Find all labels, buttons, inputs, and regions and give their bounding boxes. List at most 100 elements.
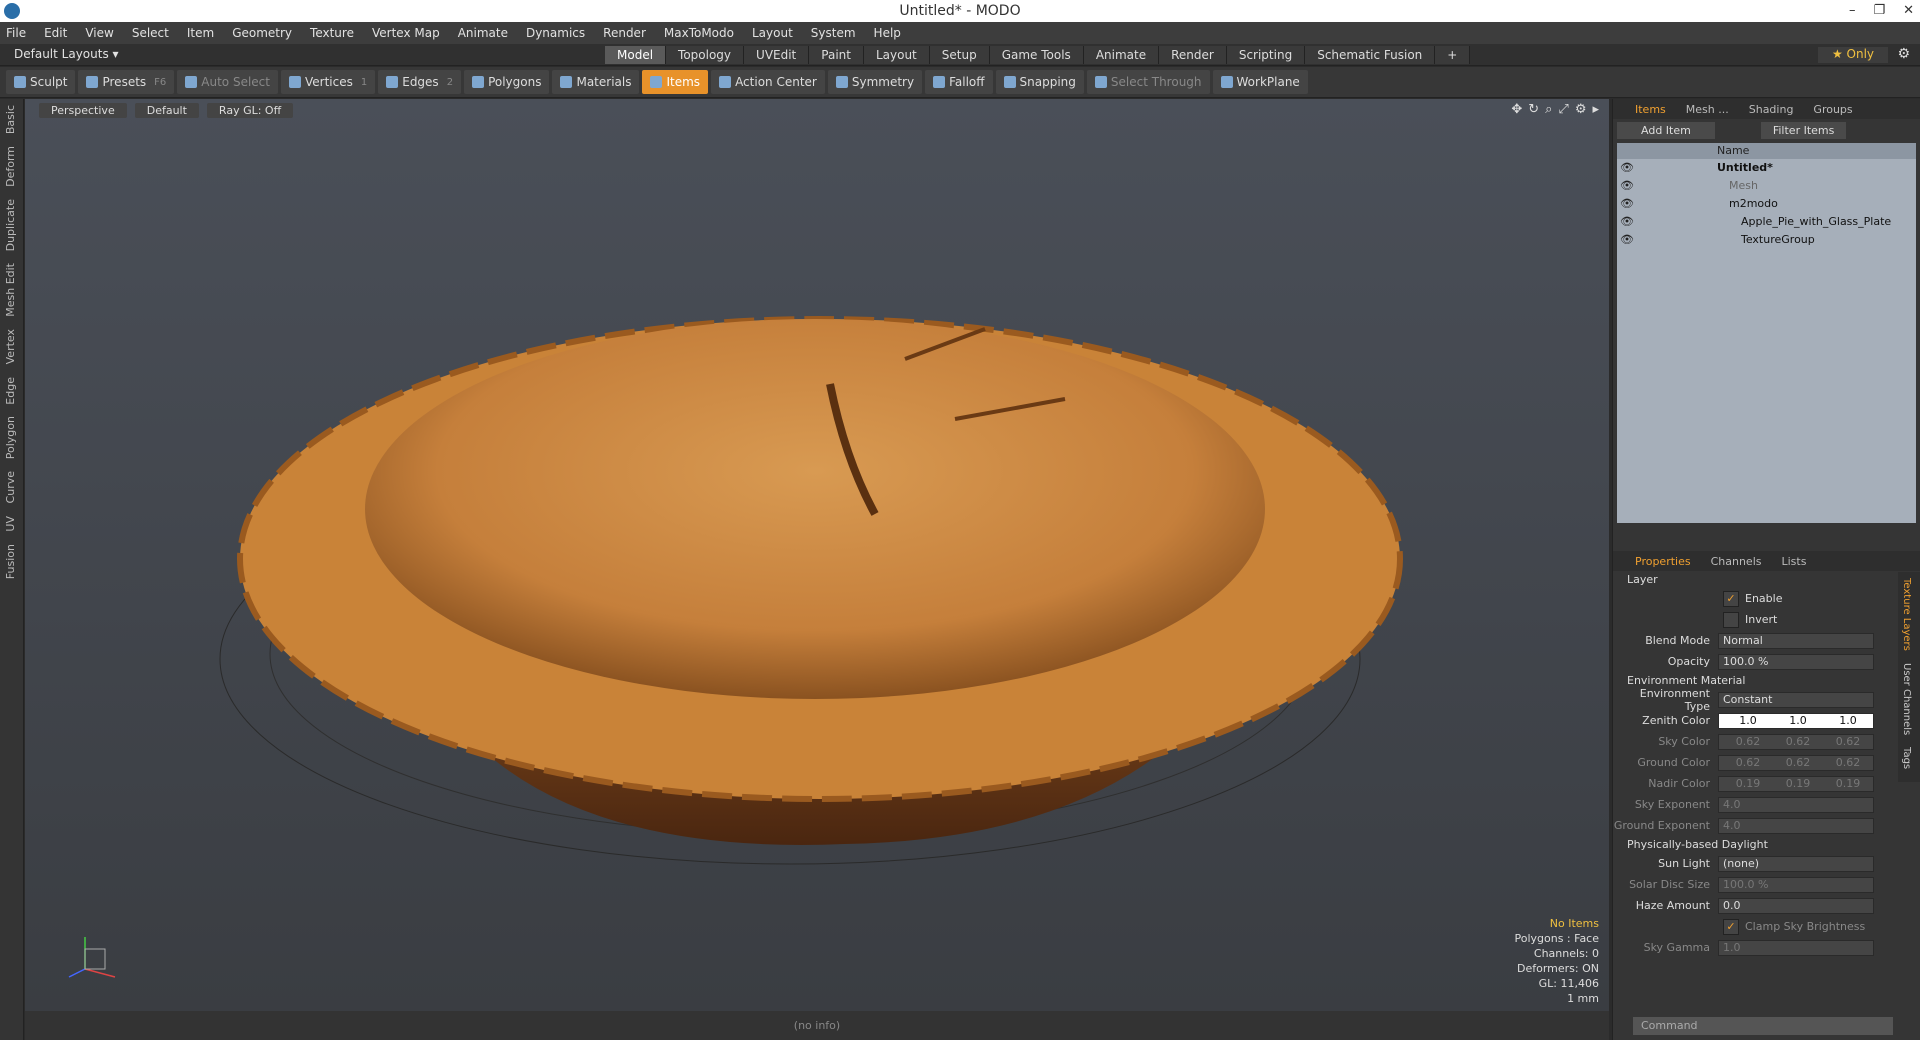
tab-channels[interactable]: Channels [1701, 555, 1772, 568]
eye-icon[interactable]: 👁 [1617, 159, 1637, 177]
action-center-button[interactable]: Action Center [711, 70, 825, 94]
tree-row[interactable]: 👁 Untitled* [1617, 159, 1916, 177]
3d-viewport[interactable]: Perspective Default Ray GL: Off ✥ ↻ ⌕ ⤢ ⚙ ▸ N… [25, 99, 1609, 1011]
tab-uvedit[interactable]: UVEdit [744, 46, 810, 64]
menu-file[interactable]: File [6, 26, 26, 40]
eye-icon[interactable]: 👁 [1617, 195, 1637, 213]
left-tab-edge[interactable]: Edge [0, 371, 21, 411]
filter-items-button[interactable]: Filter Items [1760, 121, 1847, 139]
menu-texture[interactable]: Texture [310, 26, 354, 40]
left-tab-basic[interactable]: Basic [0, 99, 21, 140]
tab-scripting[interactable]: Scripting [1226, 46, 1306, 64]
blend-mode-select[interactable]: Normal [1718, 632, 1874, 649]
tab-properties[interactable]: Properties [1625, 555, 1701, 568]
solar-disc-field[interactable]: 100.0 % [1718, 876, 1874, 893]
tab-texture-layers[interactable]: Texture Layers [1898, 572, 1915, 657]
tab-tags[interactable]: Tags [1898, 741, 1915, 775]
tree-row[interactable]: 👁 Apple_Pie_with_Glass_Plate [1617, 213, 1916, 231]
tree-row[interactable]: 👁 TextureGroup [1617, 231, 1916, 249]
left-tab-curve[interactable]: Curve [0, 465, 21, 509]
menu-edit[interactable]: Edit [44, 26, 67, 40]
tab-animate[interactable]: Animate [1083, 46, 1160, 64]
eye-icon[interactable]: 👁 [1617, 231, 1637, 249]
tab-groups[interactable]: Groups [1803, 103, 1862, 116]
add-item-button[interactable]: Add Item [1617, 121, 1715, 139]
edges-button[interactable]: Edges 2 [378, 70, 462, 94]
menu-vertex-map[interactable]: Vertex Map [372, 26, 440, 40]
env-type-select[interactable]: Constant [1718, 691, 1874, 708]
left-tab-vertex[interactable]: Vertex [0, 323, 21, 370]
apple-pie-model[interactable] [25, 99, 1609, 1011]
left-tab-mesh-edit[interactable]: Mesh Edit [0, 257, 21, 323]
menu-animate[interactable]: Animate [458, 26, 508, 40]
menu-item[interactable]: Item [187, 26, 214, 40]
workplane-button[interactable]: WorkPlane [1212, 70, 1308, 94]
minimize-icon[interactable]: – [1849, 0, 1856, 22]
falloff-button[interactable]: Falloff [925, 70, 993, 94]
tab-shading[interactable]: Shading [1739, 103, 1804, 116]
snapping-button[interactable]: Snapping [995, 70, 1084, 94]
menu-layout[interactable]: Layout [752, 26, 793, 40]
left-tab-deform[interactable]: Deform [0, 140, 21, 193]
presets-button[interactable]: Presets F6 [78, 70, 175, 94]
zenith-color-field[interactable]: 1.0 1.0 1.0 [1718, 712, 1874, 729]
menu-system[interactable]: System [811, 26, 856, 40]
section-daylight[interactable]: Physically-based Daylight [1613, 836, 1920, 853]
enable-checkbox[interactable]: ✓ [1723, 590, 1739, 607]
menu-render[interactable]: Render [603, 26, 646, 40]
sky-exponent-field[interactable]: 4.0 [1718, 796, 1874, 813]
tab-model[interactable]: Model [605, 46, 667, 64]
auto-select-button[interactable]: Auto Select [177, 70, 278, 94]
restore-icon[interactable]: ❐ [1873, 0, 1885, 22]
tab-game-tools[interactable]: Game Tools [989, 46, 1084, 64]
ground-color-field[interactable]: 0.62 0.62 0.62 [1718, 754, 1874, 771]
sculpt-button[interactable]: Sculpt [6, 70, 76, 94]
sun-light-select[interactable]: (none) [1718, 855, 1874, 872]
sky-gamma-field[interactable]: 1.0 [1718, 939, 1874, 956]
tab-paint[interactable]: Paint [809, 46, 864, 64]
polygons-button[interactable]: Polygons [464, 70, 550, 94]
invert-checkbox[interactable] [1723, 611, 1739, 628]
tab-user-channels[interactable]: User Channels [1898, 657, 1915, 741]
materials-button[interactable]: Materials [552, 70, 640, 94]
tree-row[interactable]: 👁 Mesh [1617, 177, 1916, 195]
tab-render[interactable]: Render [1159, 46, 1227, 64]
left-tab-duplicate[interactable]: Duplicate [0, 193, 21, 257]
opacity-field[interactable]: 100.0 % [1718, 653, 1874, 670]
tab-items[interactable]: Items [1625, 103, 1676, 116]
menu-maxtomodo[interactable]: MaxToModo [664, 26, 734, 40]
menu-help[interactable]: Help [874, 26, 901, 40]
tab-lists[interactable]: Lists [1772, 555, 1817, 568]
eye-icon[interactable]: 👁 [1617, 177, 1637, 195]
ground-exponent-field[interactable]: 4.0 [1718, 817, 1874, 834]
tab-mesh[interactable]: Mesh ... [1676, 103, 1739, 116]
menu-view[interactable]: View [85, 26, 113, 40]
add-tab-icon[interactable]: + [1435, 46, 1471, 64]
nadir-color-field[interactable]: 0.19 0.19 0.19 [1718, 775, 1874, 792]
section-layer[interactable]: Layer [1613, 571, 1920, 588]
haze-field[interactable]: 0.0 [1718, 897, 1874, 914]
clamp-checkbox[interactable]: ✓ [1723, 918, 1739, 935]
eye-icon[interactable]: 👁 [1617, 213, 1637, 231]
tab-setup[interactable]: Setup [929, 46, 990, 64]
menu-geometry[interactable]: Geometry [232, 26, 292, 40]
left-tab-uv[interactable]: UV [0, 510, 21, 538]
select-through-button[interactable]: Select Through [1086, 70, 1210, 94]
sky-color-field[interactable]: 0.62 0.62 0.62 [1718, 733, 1874, 750]
menu-select[interactable]: Select [132, 26, 169, 40]
items-button[interactable]: Items [642, 70, 709, 94]
tab-layout[interactable]: Layout [863, 46, 930, 64]
symmetry-button[interactable]: Symmetry [827, 70, 923, 94]
only-button[interactable]: ★ Only [1818, 47, 1888, 63]
close-icon[interactable]: ✕ [1903, 0, 1914, 22]
gear-icon[interactable]: ⚙ [1897, 46, 1910, 62]
tab-topology[interactable]: Topology [666, 46, 745, 64]
layout-selector[interactable]: Default Layouts ▾ [14, 47, 119, 61]
left-tab-polygon[interactable]: Polygon [0, 410, 21, 465]
left-tab-fusion[interactable]: Fusion [0, 538, 21, 585]
vertices-button[interactable]: Vertices 1 [280, 70, 376, 94]
tab-schematic-fusion[interactable]: Schematic Fusion [1305, 46, 1436, 64]
menu-dynamics[interactable]: Dynamics [526, 26, 585, 40]
command-input[interactable]: Command [1633, 1017, 1893, 1035]
tree-row[interactable]: 👁 m2modo [1617, 195, 1916, 213]
